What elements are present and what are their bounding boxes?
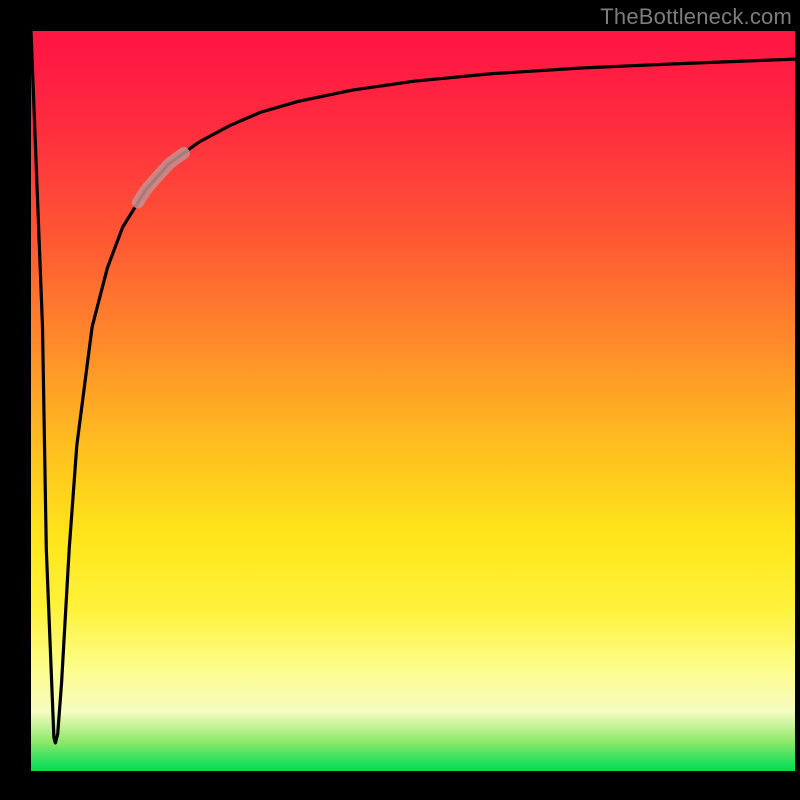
curve-highlight-segment — [138, 153, 184, 202]
chart-frame: TheBottleneck.com — [0, 0, 800, 800]
watermark-label: TheBottleneck.com — [600, 4, 792, 30]
bottleneck-curve — [31, 31, 795, 771]
plot-area — [31, 31, 795, 771]
curve-main — [31, 31, 795, 743]
